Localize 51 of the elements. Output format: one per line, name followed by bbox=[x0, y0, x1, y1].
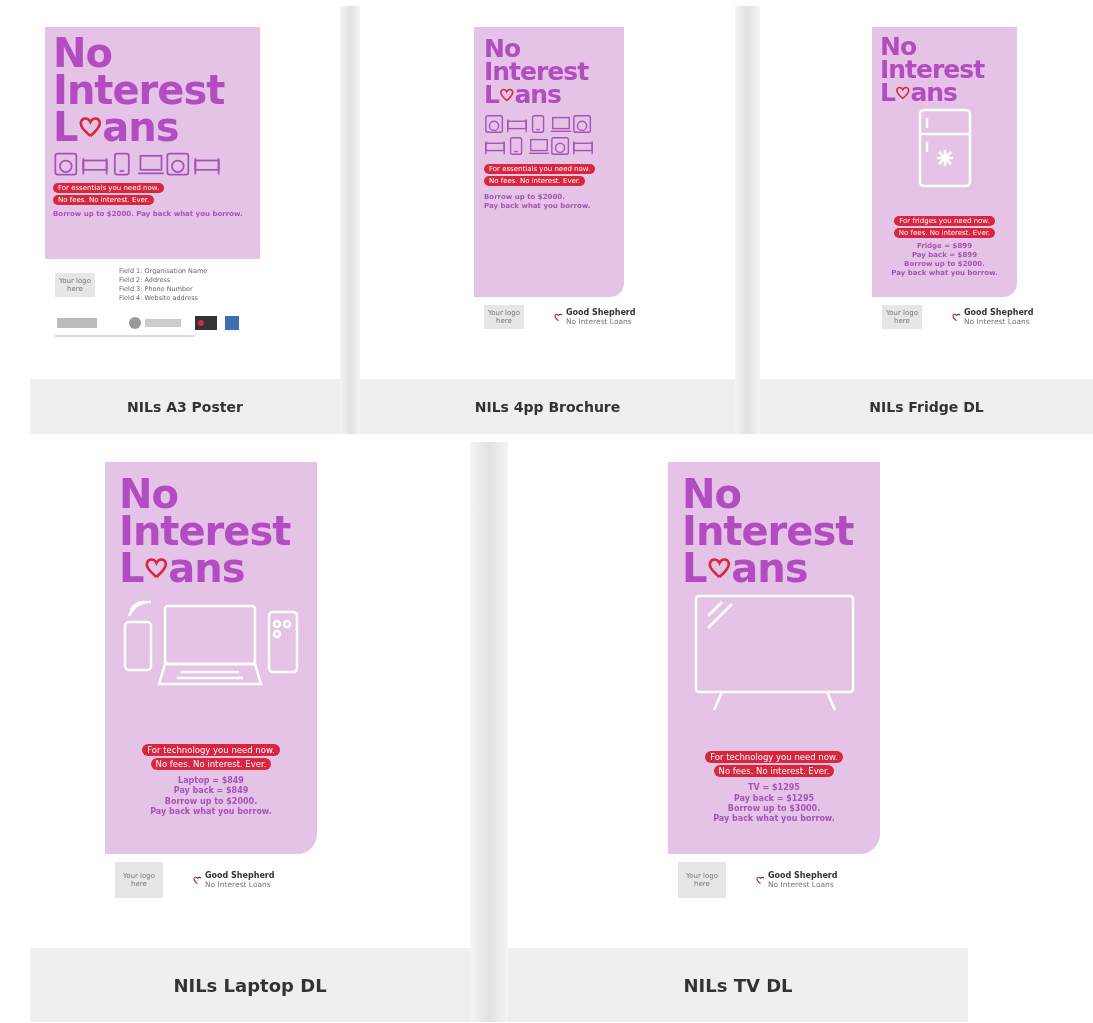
poster-text: Laptop = $849 bbox=[178, 776, 244, 786]
poster-text: Pay back = $1295 bbox=[733, 793, 815, 803]
poster-text: Pay back what you borrow. bbox=[713, 814, 835, 824]
poster-heading: Interest bbox=[880, 58, 985, 81]
poster-heading: L bbox=[880, 81, 895, 104]
poster-text: TV = $1295 bbox=[748, 783, 800, 793]
tagline-pill: No fees. No interest. Ever. bbox=[150, 758, 272, 771]
poster-heading: No bbox=[53, 35, 112, 72]
poster-heading: ans bbox=[910, 81, 957, 104]
heart-icon bbox=[894, 85, 911, 100]
heart-outline-icon bbox=[193, 875, 202, 885]
partner-name: Good Shepherd bbox=[964, 308, 1034, 317]
poster-heading: No bbox=[119, 476, 178, 513]
card-title[interactable]: NILs A3 Poster bbox=[30, 379, 340, 434]
partner-name: Good Shepherd bbox=[768, 871, 838, 880]
poster-heading: No bbox=[880, 35, 917, 58]
poster-heading: Interest bbox=[484, 60, 589, 83]
partner-name: Good Shepherd bbox=[566, 308, 636, 317]
tagline-pill: No fees. No interest. Ever. bbox=[713, 765, 835, 778]
poster-heading: Interest bbox=[682, 512, 854, 550]
poster-heading: ans bbox=[514, 83, 561, 106]
heart-icon bbox=[143, 557, 169, 579]
poster-heading: L bbox=[682, 549, 707, 587]
card-title[interactable]: NILs 4pp Brochure bbox=[360, 379, 735, 434]
poster-text: Pay back what you borrow. bbox=[150, 806, 272, 817]
card-title[interactable]: NILs Fridge DL bbox=[760, 379, 1093, 434]
poster-heading: L bbox=[53, 108, 78, 146]
poster-text: Pay back = $849 bbox=[173, 786, 249, 796]
card-title[interactable]: NILs Laptop DL bbox=[30, 948, 470, 1022]
poster-heading: ans bbox=[168, 549, 245, 587]
heart-outline-icon bbox=[952, 312, 961, 322]
heart-icon bbox=[498, 87, 515, 102]
poster-text: Borrow up to $3000. bbox=[727, 803, 821, 813]
poster-heading: ans bbox=[731, 549, 808, 587]
poster-heading: L bbox=[119, 549, 144, 587]
poster-heading: L bbox=[484, 83, 499, 106]
poster-heading: ans bbox=[102, 108, 179, 146]
heart-outline-icon bbox=[554, 312, 563, 322]
poster-heading: No bbox=[682, 476, 741, 513]
partner-name: Good Shepherd bbox=[205, 871, 275, 880]
heart-icon bbox=[706, 557, 732, 579]
poster-heading: Interest bbox=[119, 512, 291, 550]
tagline-pill: For technology you need now. bbox=[142, 744, 280, 757]
poster-heading: Interest bbox=[53, 71, 225, 109]
card-title[interactable]: NILs TV DL bbox=[508, 948, 968, 1022]
poster-text: Borrow up to $2000. bbox=[164, 796, 258, 806]
fridge-icon bbox=[916, 108, 973, 188]
heart-icon bbox=[77, 116, 103, 138]
tagline-pill: For technology you need now. bbox=[705, 751, 843, 764]
heart-outline-icon bbox=[756, 875, 765, 885]
poster-heading: No bbox=[484, 37, 521, 60]
